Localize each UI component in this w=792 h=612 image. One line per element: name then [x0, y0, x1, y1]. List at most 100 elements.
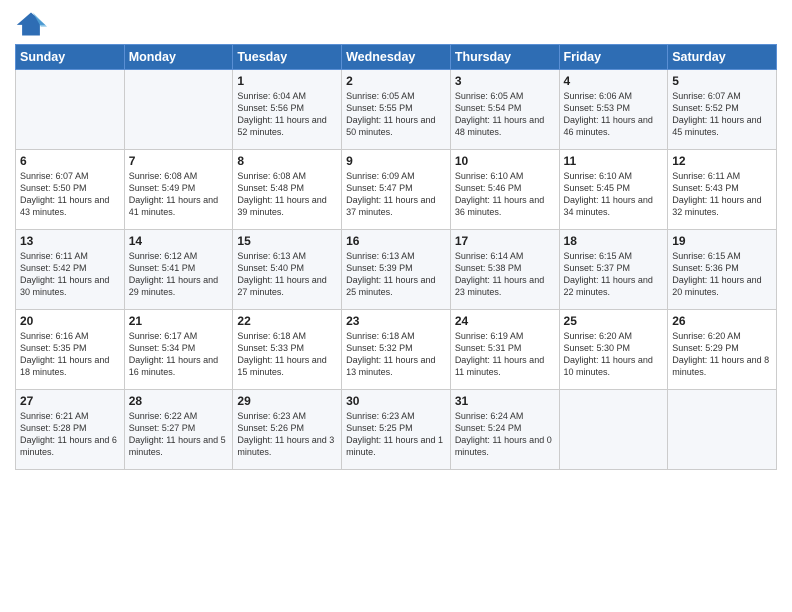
day-cell: 28 Sunrise: 6:22 AMSunset: 5:27 PMDayligh… — [124, 390, 233, 470]
day-number: 25 — [564, 314, 664, 328]
day-number: 13 — [20, 234, 120, 248]
day-number: 12 — [672, 154, 772, 168]
day-content: Sunrise: 6:18 AMSunset: 5:32 PMDaylight:… — [346, 330, 446, 379]
day-content: Sunrise: 6:21 AMSunset: 5:28 PMDaylight:… — [20, 410, 120, 459]
day-content: Sunrise: 6:15 AMSunset: 5:36 PMDaylight:… — [672, 250, 772, 299]
day-number: 14 — [129, 234, 229, 248]
day-content: Sunrise: 6:24 AMSunset: 5:24 PMDaylight:… — [455, 410, 555, 459]
day-number: 3 — [455, 74, 555, 88]
day-content: Sunrise: 6:13 AMSunset: 5:40 PMDaylight:… — [237, 250, 337, 299]
day-cell: 13 Sunrise: 6:11 AMSunset: 5:42 PMDayligh… — [16, 230, 125, 310]
day-content: Sunrise: 6:04 AMSunset: 5:56 PMDaylight:… — [237, 90, 337, 139]
day-cell: 15 Sunrise: 6:13 AMSunset: 5:40 PMDayligh… — [233, 230, 342, 310]
day-number: 27 — [20, 394, 120, 408]
day-content: Sunrise: 6:16 AMSunset: 5:35 PMDaylight:… — [20, 330, 120, 379]
day-content: Sunrise: 6:11 AMSunset: 5:43 PMDaylight:… — [672, 170, 772, 219]
day-cell: 22Sunrise: 6:18 AMSunset: 5:33 PMDayligh… — [233, 310, 342, 390]
day-cell: 31 Sunrise: 6:24 AMSunset: 5:24 PMDayligh… — [450, 390, 559, 470]
day-cell: 12 Sunrise: 6:11 AMSunset: 5:43 PMDayligh… — [668, 150, 777, 230]
weekday-sunday: Sunday — [16, 45, 125, 70]
calendar-container: SundayMondayTuesdayWednesdayThursdayFrid… — [0, 0, 792, 612]
day-cell: 21 Sunrise: 6:17 AMSunset: 5:34 PMDayligh… — [124, 310, 233, 390]
day-cell: 16 Sunrise: 6:13 AMSunset: 5:39 PMDayligh… — [342, 230, 451, 310]
day-cell: 24 Sunrise: 6:19 AMSunset: 5:31 PMDayligh… — [450, 310, 559, 390]
day-number: 17 — [455, 234, 555, 248]
day-number: 6 — [20, 154, 120, 168]
day-number: 19 — [672, 234, 772, 248]
day-number: 15 — [237, 234, 337, 248]
day-content: Sunrise: 6:09 AMSunset: 5:47 PMDaylight:… — [346, 170, 446, 219]
day-cell: 19 Sunrise: 6:15 AMSunset: 5:36 PMDayligh… — [668, 230, 777, 310]
day-cell — [16, 70, 125, 150]
day-content: Sunrise: 6:11 AMSunset: 5:42 PMDaylight:… — [20, 250, 120, 299]
day-cell: 2 Sunrise: 6:05 AMSunset: 5:55 PMDaylight… — [342, 70, 451, 150]
day-cell — [668, 390, 777, 470]
day-content: Sunrise: 6:08 AMSunset: 5:49 PMDaylight:… — [129, 170, 229, 219]
day-cell: 29Sunrise: 6:23 AMSunset: 5:26 PMDayligh… — [233, 390, 342, 470]
day-number: 1 — [237, 74, 337, 88]
week-row-5: 27 Sunrise: 6:21 AMSunset: 5:28 PMDayligh… — [16, 390, 777, 470]
day-cell: 7 Sunrise: 6:08 AMSunset: 5:49 PMDaylight… — [124, 150, 233, 230]
day-number: 7 — [129, 154, 229, 168]
day-content: Sunrise: 6:08 AMSunset: 5:48 PMDaylight:… — [237, 170, 337, 219]
day-number: 21 — [129, 314, 229, 328]
day-number: 5 — [672, 74, 772, 88]
calendar-table: SundayMondayTuesdayWednesdayThursdayFrid… — [15, 44, 777, 470]
day-cell: 17Sunrise: 6:14 AMSunset: 5:38 PMDayligh… — [450, 230, 559, 310]
weekday-monday: Monday — [124, 45, 233, 70]
week-row-1: 1 Sunrise: 6:04 AMSunset: 5:56 PMDaylight… — [16, 70, 777, 150]
day-number: 8 — [237, 154, 337, 168]
day-number: 16 — [346, 234, 446, 248]
day-content: Sunrise: 6:20 AMSunset: 5:30 PMDaylight:… — [564, 330, 664, 379]
week-row-3: 13 Sunrise: 6:11 AMSunset: 5:42 PMDayligh… — [16, 230, 777, 310]
day-content: Sunrise: 6:22 AMSunset: 5:27 PMDaylight:… — [129, 410, 229, 459]
weekday-tuesday: Tuesday — [233, 45, 342, 70]
day-number: 26 — [672, 314, 772, 328]
weekday-friday: Friday — [559, 45, 668, 70]
week-row-2: 6 Sunrise: 6:07 AMSunset: 5:50 PMDaylight… — [16, 150, 777, 230]
day-number: 2 — [346, 74, 446, 88]
day-cell: 1 Sunrise: 6:04 AMSunset: 5:56 PMDaylight… — [233, 70, 342, 150]
day-cell: 3 Sunrise: 6:05 AMSunset: 5:54 PMDaylight… — [450, 70, 559, 150]
day-cell: 8 Sunrise: 6:08 AMSunset: 5:48 PMDaylight… — [233, 150, 342, 230]
weekday-header-row: SundayMondayTuesdayWednesdayThursdayFrid… — [16, 45, 777, 70]
week-row-4: 20 Sunrise: 6:16 AMSunset: 5:35 PMDayligh… — [16, 310, 777, 390]
logo-icon — [15, 10, 47, 38]
day-number: 10 — [455, 154, 555, 168]
day-content: Sunrise: 6:15 AMSunset: 5:37 PMDaylight:… — [564, 250, 664, 299]
day-number: 18 — [564, 234, 664, 248]
day-cell: 30Sunrise: 6:23 AMSunset: 5:25 PMDayligh… — [342, 390, 451, 470]
day-number: 22 — [237, 314, 337, 328]
day-content: Sunrise: 6:17 AMSunset: 5:34 PMDaylight:… — [129, 330, 229, 379]
day-content: Sunrise: 6:10 AMSunset: 5:45 PMDaylight:… — [564, 170, 664, 219]
day-cell: 27 Sunrise: 6:21 AMSunset: 5:28 PMDayligh… — [16, 390, 125, 470]
day-content: Sunrise: 6:07 AMSunset: 5:50 PMDaylight:… — [20, 170, 120, 219]
day-number: 24 — [455, 314, 555, 328]
day-number: 20 — [20, 314, 120, 328]
day-content: Sunrise: 6:13 AMSunset: 5:39 PMDaylight:… — [346, 250, 446, 299]
day-cell: 18 Sunrise: 6:15 AMSunset: 5:37 PMDayligh… — [559, 230, 668, 310]
day-content: Sunrise: 6:23 AMSunset: 5:25 PMDaylight:… — [346, 410, 446, 459]
day-content: Sunrise: 6:05 AMSunset: 5:55 PMDaylight:… — [346, 90, 446, 139]
day-number: 23 — [346, 314, 446, 328]
day-content: Sunrise: 6:23 AMSunset: 5:26 PMDaylight:… — [237, 410, 337, 459]
day-content: Sunrise: 6:05 AMSunset: 5:54 PMDaylight:… — [455, 90, 555, 139]
day-number: 31 — [455, 394, 555, 408]
day-cell: 10 Sunrise: 6:10 AMSunset: 5:46 PMDayligh… — [450, 150, 559, 230]
day-cell: 5 Sunrise: 6:07 AMSunset: 5:52 PMDaylight… — [668, 70, 777, 150]
day-number: 4 — [564, 74, 664, 88]
day-content: Sunrise: 6:10 AMSunset: 5:46 PMDaylight:… — [455, 170, 555, 219]
day-content: Sunrise: 6:07 AMSunset: 5:52 PMDaylight:… — [672, 90, 772, 139]
day-number: 28 — [129, 394, 229, 408]
day-cell: 9Sunrise: 6:09 AMSunset: 5:47 PMDaylight… — [342, 150, 451, 230]
day-content: Sunrise: 6:19 AMSunset: 5:31 PMDaylight:… — [455, 330, 555, 379]
weekday-wednesday: Wednesday — [342, 45, 451, 70]
day-cell: 25 Sunrise: 6:20 AMSunset: 5:30 PMDayligh… — [559, 310, 668, 390]
header — [15, 10, 777, 38]
logo — [15, 10, 51, 38]
day-cell — [559, 390, 668, 470]
day-cell: 20 Sunrise: 6:16 AMSunset: 5:35 PMDayligh… — [16, 310, 125, 390]
day-content: Sunrise: 6:12 AMSunset: 5:41 PMDaylight:… — [129, 250, 229, 299]
day-cell — [124, 70, 233, 150]
day-cell: 26Sunrise: 6:20 AMSunset: 5:29 PMDayligh… — [668, 310, 777, 390]
